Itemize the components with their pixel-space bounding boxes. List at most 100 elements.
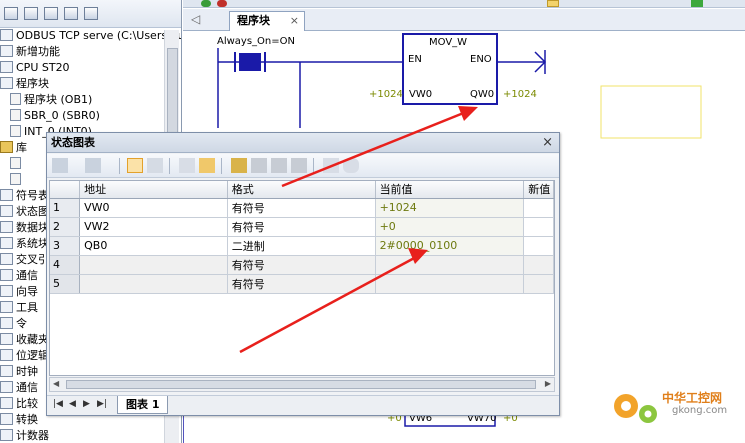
view-icon[interactable] — [4, 7, 18, 20]
tree-item[interactable]: 状态图 — [0, 204, 49, 220]
tree-item[interactable]: 令 — [0, 316, 27, 332]
chart-icon[interactable] — [64, 7, 78, 20]
tree-item[interactable]: 交叉引 — [0, 252, 49, 268]
row-number[interactable]: 2 — [50, 217, 81, 237]
new-value-cell[interactable] — [523, 217, 554, 237]
status-chart-close-icon[interactable]: × — [542, 133, 553, 153]
tree-item[interactable]: 计数器 — [0, 428, 49, 443]
tree-item[interactable]: 库 — [0, 140, 27, 156]
column-header-current-value[interactable]: 当前值 — [375, 181, 525, 199]
tree-item[interactable]: 通信 — [0, 268, 38, 284]
column-header-format[interactable]: 格式 — [227, 181, 376, 199]
tree-item[interactable]: CPU ST20 — [0, 60, 70, 76]
tree-item[interactable]: 工具 — [0, 300, 38, 316]
grid-scrollbar-thumb[interactable] — [66, 380, 536, 389]
tree-item[interactable]: 比较 — [0, 396, 38, 412]
insert-row-icon[interactable] — [52, 158, 68, 173]
read-forced-icon[interactable] — [291, 158, 307, 173]
tree-item[interactable]: 位逻辑 — [0, 348, 49, 364]
lock-icon[interactable] — [231, 158, 247, 173]
status-chart-table: 地址 格式 当前值 新值 1 VW0 有符号 +1024 2 VW2 有符号 +… — [50, 181, 554, 294]
new-value-cell[interactable] — [523, 274, 554, 294]
tree-item[interactable]: 系统块 — [0, 236, 49, 252]
row-number[interactable]: 3 — [50, 236, 81, 256]
scroll-left-icon[interactable]: ◀ — [53, 379, 59, 388]
delete-row-icon[interactable] — [85, 158, 101, 173]
tree-item-label: 工具 — [16, 301, 38, 314]
last-sheet-icon[interactable]: ▶| — [97, 399, 107, 409]
address-cell[interactable]: VW2 — [79, 217, 228, 237]
tree-item[interactable]: SBR_0 (SBR0) — [10, 108, 100, 124]
format-cell[interactable]: 有符号 — [227, 217, 376, 237]
format-cell[interactable]: 有符号 — [227, 255, 376, 275]
next-sheet-icon[interactable]: ▶ — [83, 399, 90, 409]
table-row[interactable]: 1 VW0 有符号 +1024 — [50, 198, 554, 218]
table-row[interactable]: 3 QB0 二进制 2#0000_0100 — [50, 236, 554, 256]
tree-item[interactable]: 通信 — [0, 380, 38, 396]
pencil-icon[interactable] — [199, 158, 215, 173]
list-icon[interactable] — [24, 7, 38, 20]
tree-scrollbar-thumb[interactable] — [167, 48, 178, 140]
tree-item[interactable]: 程序块 — [0, 76, 49, 92]
tree-node-icon — [0, 413, 13, 425]
address-cell[interactable] — [79, 274, 228, 294]
tree-node-icon — [0, 269, 13, 281]
tree-item[interactable]: 数据块 — [0, 220, 49, 236]
column-header-new-value[interactable]: 新值 — [523, 181, 554, 199]
tree-item[interactable]: 程序块 (OB1) — [10, 92, 92, 108]
chart-status-icon[interactable] — [127, 158, 143, 173]
tree-node-icon — [0, 237, 13, 249]
tree-item[interactable]: ODBUS TCP serve (C:\Users\Publ — [0, 28, 181, 44]
in-operand: VW0 — [409, 89, 433, 100]
contact-body[interactable] — [239, 53, 261, 71]
tree-item[interactable]: 新增功能 — [0, 44, 60, 60]
row-number[interactable]: 1 — [50, 198, 81, 218]
table-icon[interactable] — [44, 7, 58, 20]
format-cell[interactable]: 有符号 — [227, 274, 376, 294]
format-cell[interactable]: 二进制 — [227, 236, 376, 256]
row-number[interactable]: 5 — [50, 274, 81, 294]
row-number[interactable]: 4 — [50, 255, 81, 275]
tree-item[interactable]: 向导 — [0, 284, 38, 300]
grid-horizontal-scrollbar[interactable]: ◀ ▶ — [49, 377, 555, 392]
address-cell[interactable]: VW0 — [79, 198, 228, 218]
unlock-icon[interactable] — [251, 158, 267, 173]
address-cell[interactable] — [79, 255, 228, 275]
tree-item[interactable]: 收藏夹 — [0, 332, 49, 348]
new-value-cell[interactable] — [523, 236, 554, 256]
tree-item-label: 向导 — [16, 285, 38, 298]
toolbar-separator — [221, 158, 222, 174]
tree-item[interactable]: 时钟 — [0, 364, 38, 380]
table-row[interactable]: 2 VW2 有符号 +0 — [50, 217, 554, 237]
prev-sheet-icon[interactable]: ◀ — [69, 399, 76, 409]
status-chart-toolbar — [47, 154, 559, 178]
status-chart-window: 状态图表 × 地址 格式 当前值 新值 1 VW0 有符号 +1024 2 VW… — [46, 132, 560, 416]
table-header-row: 地址 格式 当前值 新值 — [50, 181, 554, 199]
scroll-right-icon[interactable]: ▶ — [545, 379, 551, 388]
format-cell[interactable]: 有符号 — [227, 198, 376, 218]
sheet-tab-chart-1[interactable]: 图表 1 — [117, 396, 169, 414]
options-dropdown-icon[interactable] — [343, 158, 359, 173]
table-row[interactable]: 4 有符号 — [50, 255, 554, 275]
current-value-cell: +0 — [375, 217, 525, 237]
tree-item-label: 新增功能 — [16, 45, 60, 58]
new-value-cell[interactable] — [523, 198, 554, 218]
pause-icon[interactable] — [147, 158, 163, 173]
trend-view-icon[interactable] — [323, 158, 339, 173]
address-cell[interactable]: QB0 — [79, 236, 228, 256]
new-value-cell[interactable] — [523, 255, 554, 275]
tree-node-icon — [0, 349, 13, 361]
first-sheet-icon[interactable]: |◀ — [53, 399, 63, 409]
glasses-icon[interactable] — [179, 158, 195, 173]
empty-cell[interactable] — [600, 85, 702, 139]
tree-item[interactable]: 符号表 — [0, 188, 49, 204]
window-icon[interactable] — [84, 7, 98, 20]
column-header-address[interactable]: 地址 — [79, 181, 228, 199]
tree-item[interactable] — [10, 156, 24, 172]
status-chart-titlebar[interactable]: 状态图表 × — [47, 133, 559, 153]
tree-item[interactable]: 转换 — [0, 412, 38, 428]
table-row[interactable]: 5 有符号 — [50, 274, 554, 294]
library-icon — [0, 141, 13, 153]
tree-item[interactable] — [10, 172, 24, 188]
unlock-all-icon[interactable] — [271, 158, 287, 173]
